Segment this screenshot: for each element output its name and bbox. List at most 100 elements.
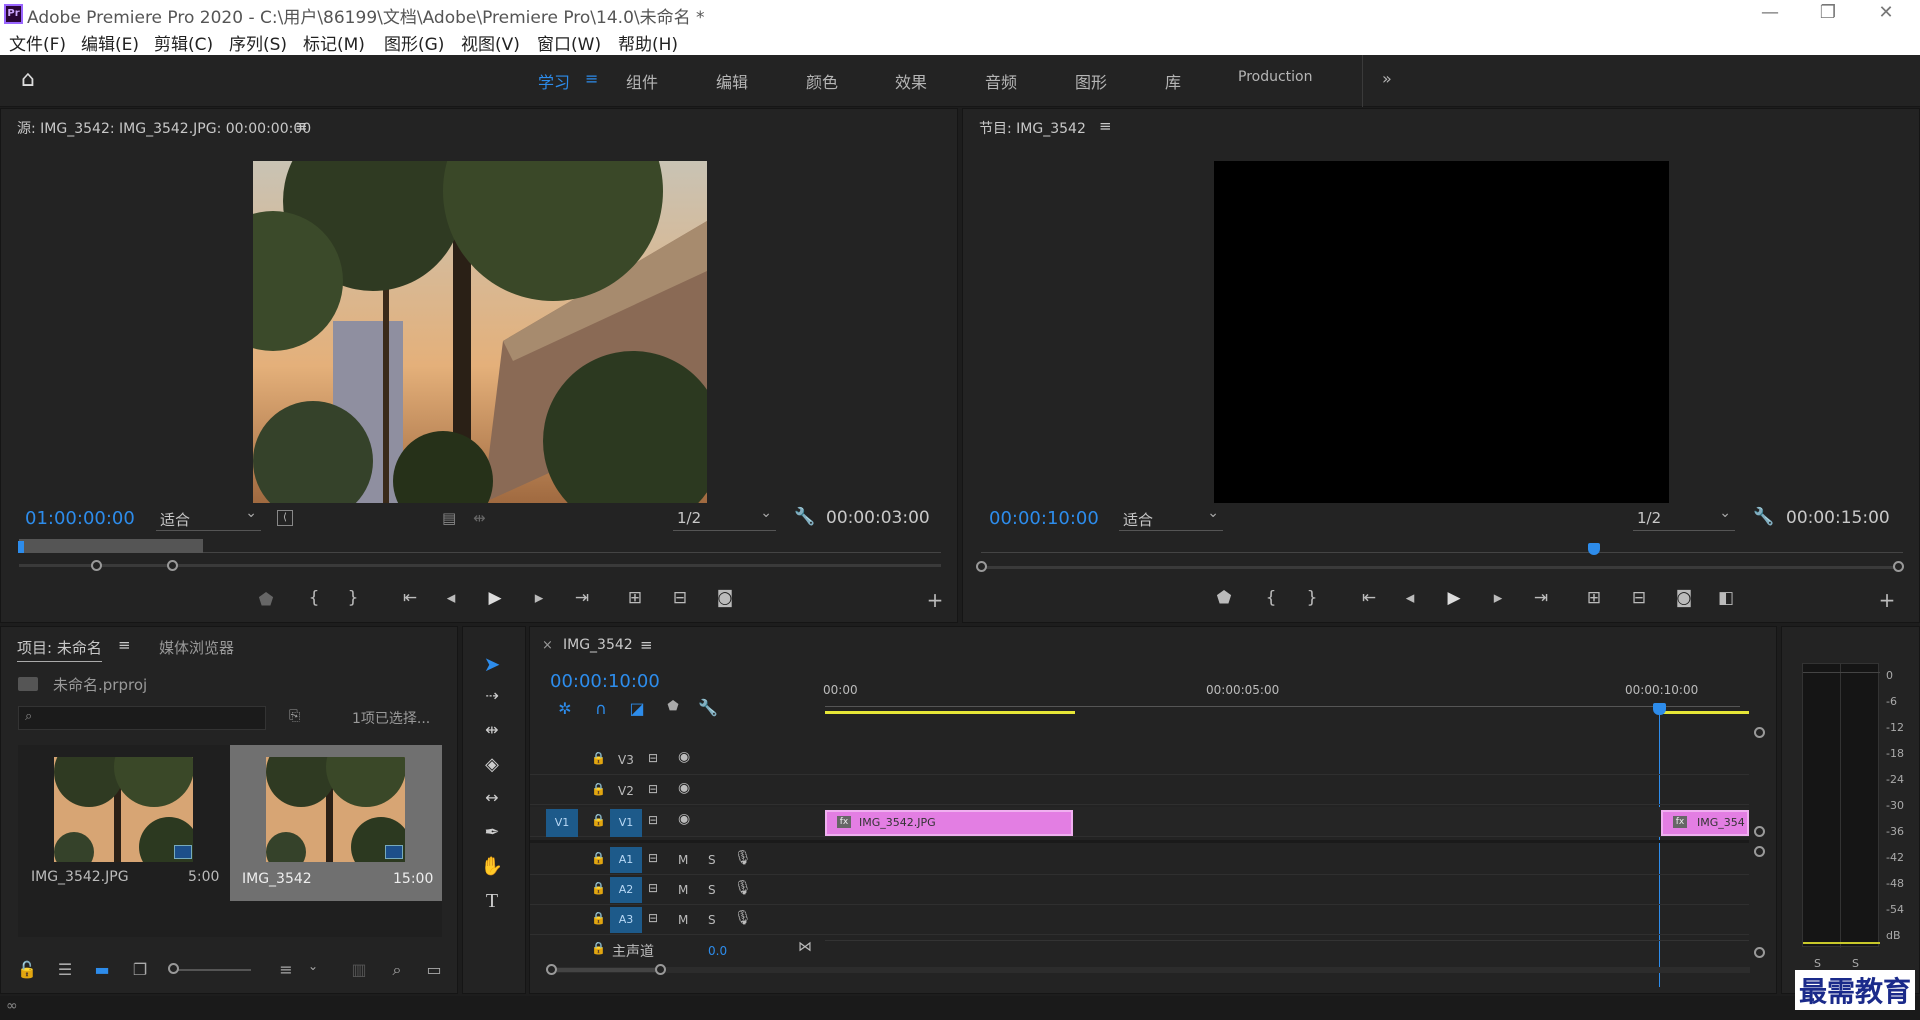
scroll-thumb[interactable] <box>557 968 661 972</box>
menu-edit[interactable]: 编辑(E) <box>81 30 139 55</box>
home-icon[interactable]: ⌂ <box>21 67 35 92</box>
workspace-assembly[interactable]: 组件 <box>626 69 658 93</box>
close-sequence-icon[interactable]: × <box>542 638 553 653</box>
play-icon[interactable]: ▶ <box>482 588 508 608</box>
step-back-icon[interactable]: ◂ <box>438 588 464 608</box>
close-icon[interactable]: ✕ <box>1866 2 1906 23</box>
track-label-a1[interactable]: A1 <box>610 847 642 873</box>
sync-lock-icon[interactable]: ⊟ <box>648 911 658 925</box>
track-lock-icon[interactable]: 🔒 <box>591 851 606 865</box>
tab-media-browser[interactable]: 媒体浏览器 <box>159 637 234 658</box>
project-search-input[interactable]: ⌕ <box>18 706 266 730</box>
program-play-icon[interactable]: ▶ <box>1441 588 1467 608</box>
icon-view-icon[interactable]: ▬ <box>90 960 114 979</box>
nest-icon[interactable]: ✲ <box>553 699 577 718</box>
track-label-a2[interactable]: A2 <box>610 877 642 903</box>
program-zoom-handle-right[interactable] <box>1893 561 1904 572</box>
add-marker-icon[interactable]: ⬟ <box>253 590 279 610</box>
minimize-icon[interactable]: — <box>1750 2 1790 23</box>
comparison-view-icon[interactable]: ◧ <box>1713 588 1739 608</box>
microphone-icon[interactable]: 🎙 <box>734 910 752 926</box>
workspace-audio[interactable]: 音频 <box>985 69 1017 93</box>
eye-icon[interactable]: ◉ <box>678 811 690 827</box>
program-step-back-icon[interactable]: ◂ <box>1397 588 1423 608</box>
workspace-learn[interactable]: 学习 <box>538 69 570 93</box>
sync-lock-icon[interactable]: ⊟ <box>648 782 658 796</box>
source-timecode[interactable]: 01:00:00:00 <box>25 508 135 529</box>
program-wrench-icon[interactable]: 🔧 <box>1753 507 1774 527</box>
track-label-a3[interactable]: A3 <box>610 907 642 933</box>
export-frame-icon[interactable]: ◙ <box>712 588 738 608</box>
vertical-zoom-handle[interactable] <box>1754 727 1765 738</box>
program-resolution-dropdown[interactable]: 1/2 <box>1633 505 1735 531</box>
workspace-more-icon[interactable]: » <box>1382 69 1392 88</box>
selection-tool-icon[interactable]: ➤ <box>479 652 505 678</box>
go-to-end-icon[interactable]: ⋈ <box>798 939 812 955</box>
solo-button[interactable]: S <box>708 853 716 867</box>
workspace-effects[interactable]: 效果 <box>895 69 927 93</box>
program-time-ruler[interactable] <box>981 537 1903 553</box>
scroll-handle-left[interactable] <box>546 964 557 975</box>
mute-button[interactable]: M <box>678 883 688 897</box>
menu-sequence[interactable]: 序列(S) <box>229 30 287 55</box>
program-add-button-icon[interactable]: + <box>1874 588 1900 612</box>
slip-tool-icon[interactable]: ↔ <box>479 788 505 814</box>
menu-marker[interactable]: 标记(M) <box>303 30 365 55</box>
mark-out-icon[interactable]: } <box>340 588 366 608</box>
menu-clip[interactable]: 剪辑(C) <box>154 30 213 55</box>
vertical-zoom-handle[interactable] <box>1754 826 1765 837</box>
track-lock-icon[interactable]: 🔒 <box>591 911 606 925</box>
vertical-zoom-handle[interactable] <box>1754 846 1765 857</box>
program-mark-out-icon[interactable]: } <box>1299 588 1325 608</box>
eye-icon[interactable]: ◉ <box>678 780 690 796</box>
restore-icon[interactable]: ❐ <box>1808 2 1848 23</box>
program-go-to-in-icon[interactable]: ⇤ <box>1356 588 1382 608</box>
timeline-settings-wrench-icon[interactable]: 🔧 <box>696 698 720 717</box>
mute-button[interactable]: M <box>678 853 688 867</box>
menu-file[interactable]: 文件(F) <box>9 30 66 55</box>
timeline-clip[interactable]: fx IMG_354 <box>1661 810 1749 836</box>
timeline-timecode[interactable]: 00:00:10:00 <box>550 671 660 692</box>
menu-graphics[interactable]: 图形(G) <box>384 30 444 55</box>
type-tool-icon[interactable]: T <box>479 890 505 916</box>
workspace-editing[interactable]: 编辑 <box>716 69 748 93</box>
step-forward-icon[interactable]: ▸ <box>526 588 552 608</box>
source-settings-icon[interactable]: ⟨ <box>277 510 293 526</box>
track-lock-icon[interactable]: 🔒 <box>591 941 606 955</box>
mute-button[interactable]: M <box>678 913 688 927</box>
workspace-color[interactable]: 颜色 <box>806 69 838 93</box>
insert-icon[interactable]: ▤ <box>442 509 456 527</box>
program-playhead[interactable] <box>1588 543 1600 555</box>
track-lock-icon[interactable]: 🔒 <box>591 751 606 765</box>
program-fit-dropdown[interactable]: 适合 <box>1119 505 1223 531</box>
source-fit-dropdown[interactable]: 适合 <box>156 505 261 531</box>
source-resolution-dropdown[interactable]: 1/2 <box>673 505 776 531</box>
list-view-icon[interactable]: ☰ <box>53 960 77 979</box>
sync-lock-icon[interactable]: ⊟ <box>648 881 658 895</box>
pen-tool-icon[interactable]: ✒ <box>479 822 505 848</box>
track-label-v1[interactable]: V1 <box>610 809 642 837</box>
sort-chevron-down-icon[interactable]: ⌄ <box>301 959 325 973</box>
thumbnail-size-handle[interactable] <box>168 963 179 974</box>
eye-icon[interactable]: ◉ <box>678 749 690 765</box>
workspace-menu-icon[interactable]: ≡ <box>585 69 598 88</box>
meter-solo-right[interactable]: S <box>1852 957 1859 970</box>
workspace-production[interactable]: Production <box>1238 69 1312 85</box>
automate-to-sequence-icon[interactable]: ▥ <box>347 960 371 979</box>
sequence-tab[interactable]: IMG_3542 <box>563 637 633 653</box>
program-add-marker-icon[interactable]: ⬟ <box>1211 588 1237 608</box>
snap-icon[interactable]: ∩ <box>589 699 613 718</box>
solo-button[interactable]: S <box>708 883 716 897</box>
drag-video-icon[interactable]: ⇹ <box>473 509 486 527</box>
program-step-forward-icon[interactable]: ▸ <box>1485 588 1511 608</box>
source-playhead[interactable] <box>18 541 24 553</box>
linked-selection-icon[interactable]: ◪ <box>625 699 649 718</box>
program-panel-menu-icon[interactable]: ≡ <box>1099 117 1112 135</box>
program-zoom-bar[interactable] <box>981 566 1903 569</box>
work-area-bar[interactable] <box>825 711 1075 714</box>
source-zoom-handle-right[interactable] <box>167 560 178 571</box>
lock-icon[interactable]: 🔓 <box>15 960 39 979</box>
source-wrench-icon[interactable]: 🔧 <box>794 507 815 527</box>
new-search-bin-icon[interactable]: ⎘ <box>289 708 300 724</box>
extract-icon[interactable]: ⊟ <box>1626 588 1652 608</box>
